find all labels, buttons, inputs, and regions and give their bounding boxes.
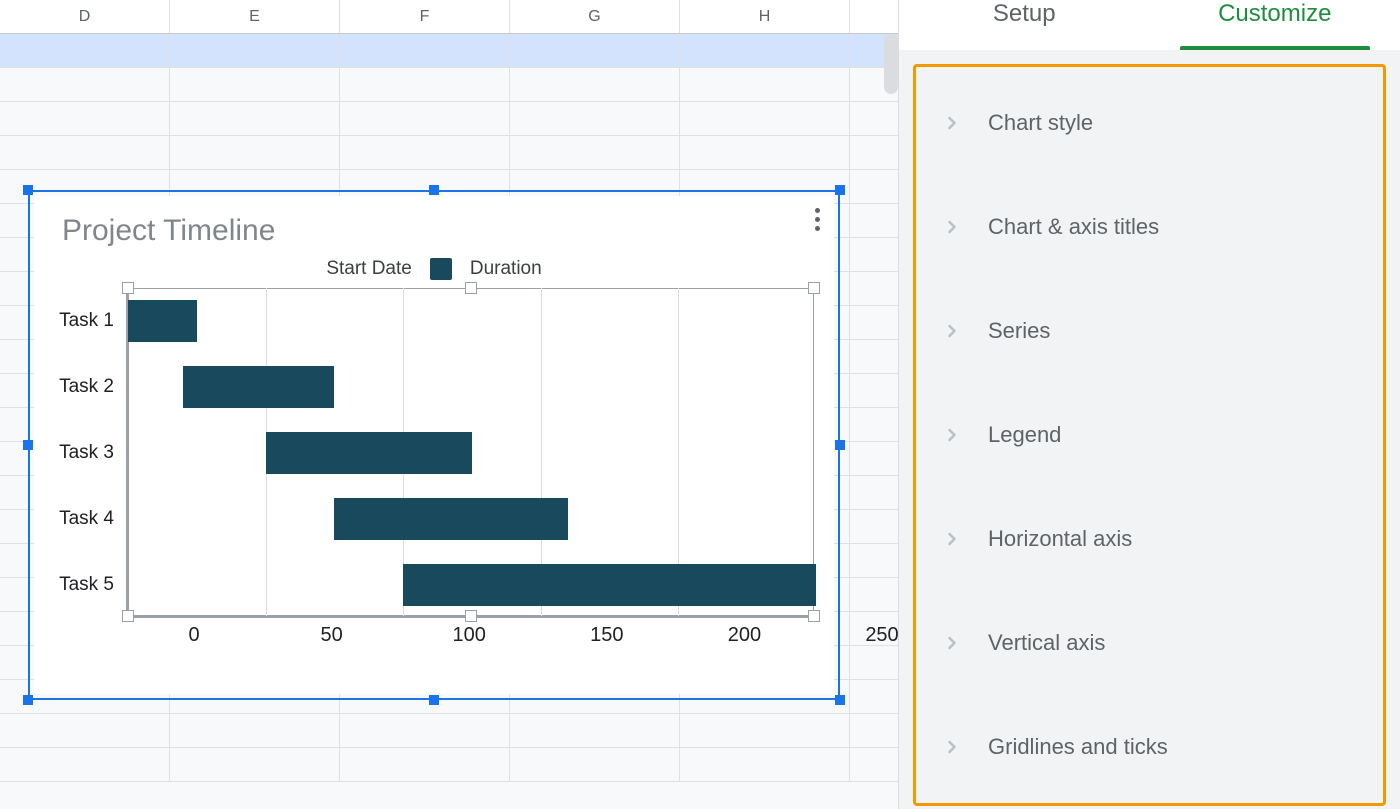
chart-bar-row: Task 4 — [128, 498, 814, 540]
x-tick-label: 50 — [320, 624, 342, 647]
section-chart-style[interactable]: Chart style — [916, 71, 1383, 175]
plot-resize-handle[interactable] — [122, 282, 134, 294]
col-header[interactable]: G — [510, 0, 680, 33]
chart-bar[interactable] — [266, 432, 472, 474]
column-headers: D E F G H — [0, 0, 898, 34]
y-tick-label: Task 1 — [59, 310, 114, 332]
chart-bar-row: Task 2 — [128, 366, 814, 408]
more-vert-icon — [815, 208, 820, 213]
resize-handle[interactable] — [835, 440, 845, 450]
plot-resize-handle[interactable] — [465, 282, 477, 294]
section-vertical-axis[interactable]: Vertical axis — [916, 591, 1383, 695]
legend-swatch — [430, 258, 452, 280]
chevron-right-icon — [942, 529, 962, 549]
section-label: Gridlines and ticks — [988, 734, 1168, 760]
chart-editor-panel: Setup Customize Chart style Chart & axis… — [898, 0, 1400, 809]
cell[interactable] — [340, 34, 510, 67]
y-tick-label: Task 3 — [59, 442, 114, 464]
section-legend[interactable]: Legend — [916, 383, 1383, 487]
x-tick-label: 100 — [453, 624, 486, 647]
chart-bar-row: Task 1 — [128, 300, 814, 342]
chevron-right-icon — [942, 217, 962, 237]
cell[interactable] — [170, 34, 340, 67]
resize-handle[interactable] — [429, 185, 439, 195]
chart-bar[interactable] — [183, 366, 334, 408]
chart-bar[interactable] — [128, 300, 197, 342]
x-tick-label: 150 — [590, 624, 623, 647]
y-tick-label: Task 5 — [59, 574, 114, 596]
chart-bar[interactable] — [334, 498, 568, 540]
chart-legend[interactable]: Start Date Duration — [58, 258, 810, 280]
chart-bar-row: Task 5 — [128, 564, 814, 606]
section-label: Series — [988, 318, 1050, 344]
x-tick-label: 250 — [865, 624, 898, 647]
resize-handle[interactable] — [23, 185, 33, 195]
chevron-right-icon — [942, 737, 962, 757]
chart-x-axis: 050100150200250 — [194, 618, 882, 650]
section-series[interactable]: Series — [916, 279, 1383, 383]
cell[interactable] — [0, 34, 170, 67]
cell[interactable] — [510, 34, 680, 67]
spreadsheet-grid[interactable]: D E F G H — [0, 0, 898, 809]
vertical-scrollbar[interactable] — [884, 34, 898, 94]
section-gridlines-ticks[interactable]: Gridlines and ticks — [916, 695, 1383, 799]
section-label: Chart style — [988, 110, 1093, 136]
x-tick-label: 200 — [728, 624, 761, 647]
chevron-right-icon — [942, 633, 962, 653]
grid-row[interactable] — [0, 34, 898, 68]
tab-setup[interactable]: Setup — [899, 0, 1150, 50]
resize-handle[interactable] — [23, 695, 33, 705]
legend-entry: Duration — [470, 258, 542, 280]
chart-bar-row: Task 3 — [128, 432, 814, 474]
x-tick-label: 0 — [188, 624, 199, 647]
plot-resize-handle[interactable] — [122, 610, 134, 622]
chart-title[interactable]: Project Timeline — [62, 214, 810, 248]
resize-handle[interactable] — [429, 695, 439, 705]
col-header[interactable]: D — [0, 0, 170, 33]
section-label: Chart & axis titles — [988, 214, 1159, 240]
chevron-right-icon — [942, 425, 962, 445]
resize-handle[interactable] — [835, 695, 845, 705]
chart-editor-tabs: Setup Customize — [899, 0, 1400, 50]
col-header[interactable]: E — [170, 0, 340, 33]
resize-handle[interactable] — [23, 440, 33, 450]
chart-more-menu[interactable] — [815, 208, 820, 231]
cell[interactable] — [680, 34, 850, 67]
more-vert-icon — [815, 217, 820, 222]
plot-resize-handle[interactable] — [808, 282, 820, 294]
section-label: Vertical axis — [988, 630, 1105, 656]
section-chart-axis-titles[interactable]: Chart & axis titles — [916, 175, 1383, 279]
resize-handle[interactable] — [835, 185, 845, 195]
tab-customize[interactable]: Customize — [1150, 0, 1400, 50]
customize-sections-highlight: Chart style Chart & axis titles Series L… — [913, 64, 1386, 806]
chevron-right-icon — [942, 321, 962, 341]
legend-entry: Start Date — [326, 258, 412, 280]
section-label: Horizontal axis — [988, 526, 1132, 552]
section-horizontal-axis[interactable]: Horizontal axis — [916, 487, 1383, 591]
section-label: Legend — [988, 422, 1061, 448]
chart-bar[interactable] — [403, 564, 816, 606]
col-header[interactable]: H — [680, 0, 850, 33]
more-vert-icon — [815, 226, 820, 231]
col-header[interactable]: F — [340, 0, 510, 33]
y-tick-label: Task 2 — [59, 376, 114, 398]
chevron-right-icon — [942, 113, 962, 133]
chart-plot-area[interactable]: Task 1 Task 2 Task 3 Task 4 Task 5 — [126, 288, 814, 618]
chart-object[interactable]: Project Timeline Start Date Duration — [28, 190, 840, 700]
y-tick-label: Task 4 — [59, 508, 114, 530]
